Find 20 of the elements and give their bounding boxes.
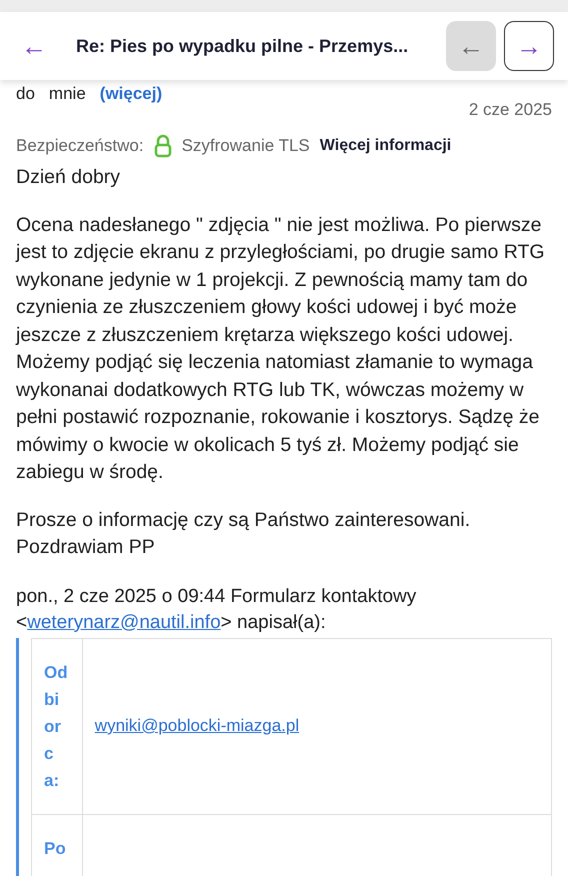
next-button[interactable]: → [504,21,554,71]
more-link[interactable]: (więcej) [100,84,162,104]
email-link[interactable]: weterynarz@nautil.info [27,612,221,632]
field-label: Odbiorca: [32,638,82,814]
email-link[interactable]: wyniki@poblocki-miazga.pl [94,716,300,735]
back-button[interactable]: ← [16,21,52,71]
recipient-prefix: do [16,84,35,104]
email-date: 2 cze 2025 [468,100,552,120]
quote-header: pon., 2 cze 2025 o 09:44 Formularz kontaktowy <weterynarz@nautil.info> napisał(a): [16,584,418,634]
message-paragraph: Ocena nadesłanego " zdjęcia " nie jest możliwa. Po pierwsze jest to zdjęcie ekranu z przyległościami, po drugie samo RTG wykonane jedynie w 1 projekcji. Z pewnością mamy tam do czynienia ze złuszczeniem głowy kości udowej i być może jeszcze z złuszczeniem krętarza większego kości udowej. Możemy podjąć się leczenia natomiast złamanie to wymaga wykonanai dodatkowych RTG lub TK, wówczas możemy w pełni postawić rozpoznanie, rokowanie i kosztorys. Sądzę że mówimy o kwocie w okolicach 5 tyś zł. Możemy podjąć sie zabiegu w środę. [16,212,546,485]
lock-icon [154,134,172,158]
email-subject: Re: Pies po wypadku pilne - Przemys... [75,36,410,56]
security-label: Bezpieczeństwo: [16,136,144,156]
field-label: Po [32,814,82,876]
message-paragraph: Dzień dobry [16,165,122,190]
more-info-link[interactable]: Więcej informacji [320,137,452,155]
recipient-name: mnie [48,84,86,104]
encryption-status: Szyfrowanie TLS [182,136,310,156]
previous-button[interactable]: ← [446,21,496,71]
message-paragraph: Prosze o informację czy są Państwo zainteresowani. Pozdrawiam PP [16,508,472,560]
